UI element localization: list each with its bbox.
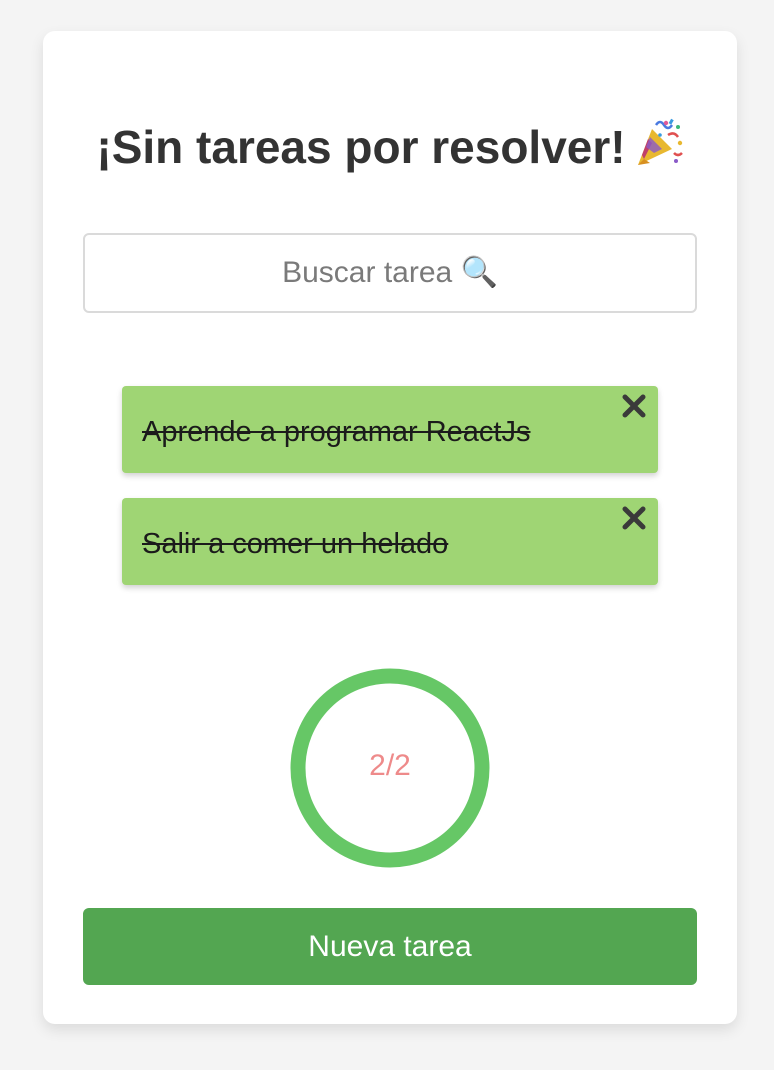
progress-label: 2/2: [369, 749, 411, 782]
progress-counter: 2/2: [290, 668, 490, 868]
todo-text[interactable]: Aprende a programar ReactJs: [142, 416, 530, 449]
todo-text[interactable]: Salir a comer un helado: [142, 528, 448, 561]
todo-card: ¡Sin tareas por resolver! Aprende a prog…: [43, 31, 737, 1024]
page-title-text: ¡Sin tareas por resolver!: [96, 121, 626, 173]
search-input[interactable]: [83, 233, 697, 313]
close-icon[interactable]: [620, 392, 648, 420]
new-task-button[interactable]: Nueva tarea: [83, 908, 697, 985]
todo-item: Salir a comer un helado: [122, 498, 658, 585]
close-icon[interactable]: [620, 504, 648, 532]
todo-item: Aprende a programar ReactJs: [122, 386, 658, 473]
page-title: ¡Sin tareas por resolver!: [43, 117, 737, 180]
party-popper-icon: [632, 117, 684, 180]
